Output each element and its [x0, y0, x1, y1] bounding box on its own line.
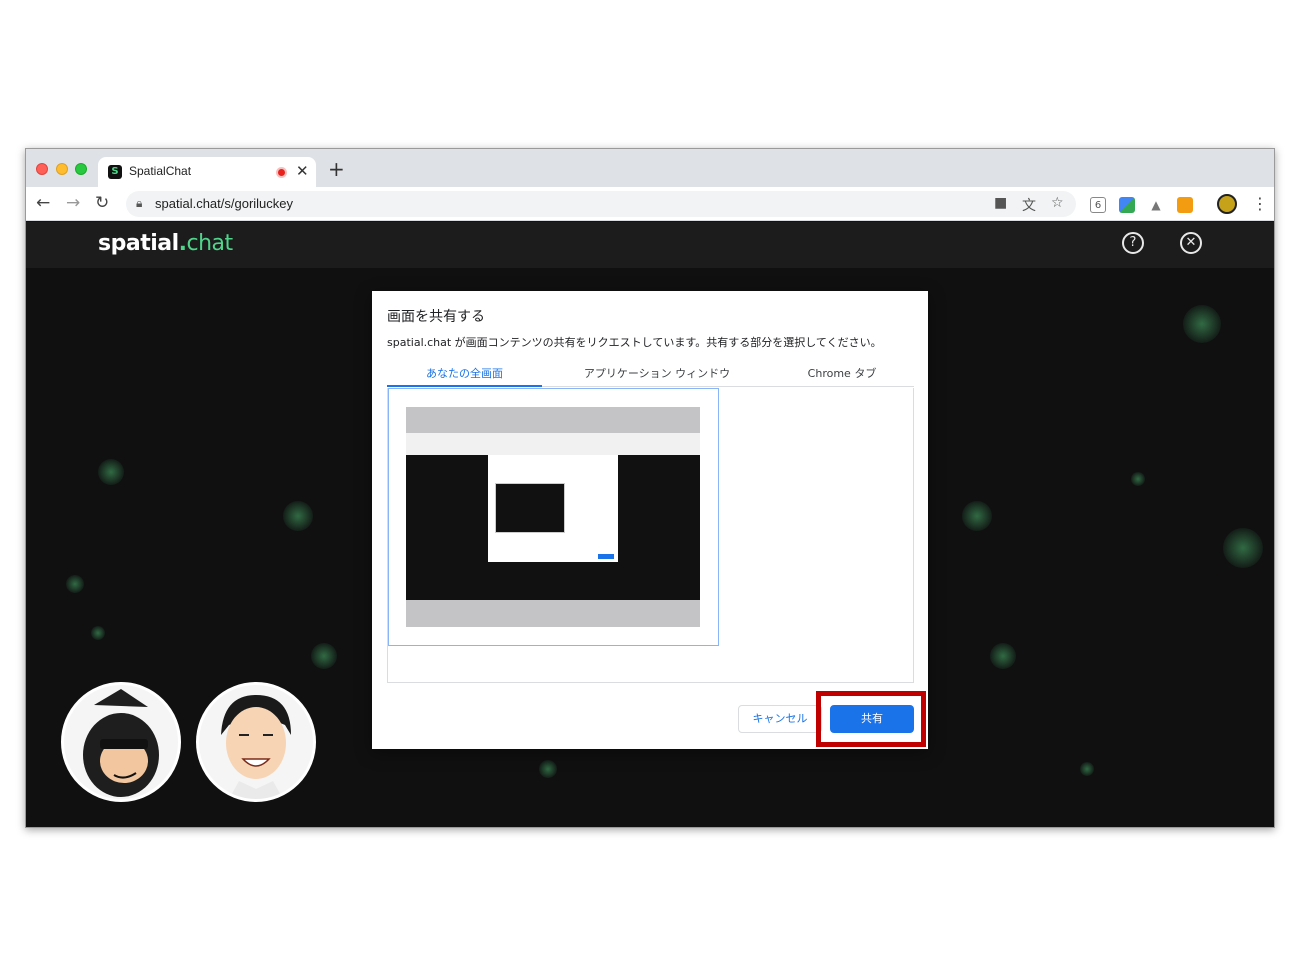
thumbnail-toolbar: [406, 433, 700, 455]
drive-extension-icon[interactable]: ▲: [1148, 197, 1164, 213]
gorilla-icon: [83, 689, 159, 797]
screen-thumbnail-image: [406, 407, 700, 627]
camera-icon[interactable]: ■: [994, 195, 1007, 211]
tab-title: SpatialChat: [129, 164, 192, 178]
bokeh-dot: [1131, 472, 1145, 486]
screen-share-dialog: 画面を共有する spatial.chat が画面コンテンツの共有をリクエストして…: [372, 291, 928, 749]
share-source-tabs: あなたの全画面 アプリケーション ウィンドウ Chrome タブ: [387, 359, 914, 387]
window-close-button[interactable]: [36, 163, 48, 175]
browser-window: S SpatialChat ✕ + ← → ↻ 🔒︎ spatial.chat/…: [25, 148, 1275, 828]
help-icon[interactable]: ?: [1122, 232, 1144, 254]
tab-entire-screen[interactable]: あなたの全画面: [387, 365, 542, 381]
dialog-description: spatial.chat が画面コンテンツの共有をリクエストしています。共有する…: [387, 336, 882, 349]
star-icon[interactable]: ☆: [1051, 195, 1064, 211]
more-icon[interactable]: ⋮: [1252, 194, 1268, 213]
bokeh-dot: [283, 501, 313, 531]
bokeh-dot: [1080, 762, 1094, 776]
app-header: spatial.chat ? ✕: [26, 222, 1274, 268]
browser-tab[interactable]: S SpatialChat ✕: [98, 157, 316, 187]
tab-chrome-tab[interactable]: Chrome タブ: [772, 365, 912, 381]
tab-application-window[interactable]: アプリケーション ウィンドウ: [557, 365, 757, 381]
bokeh-dot: [539, 760, 557, 778]
recording-indicator-icon: [276, 167, 287, 178]
bokeh-dot: [1223, 528, 1263, 568]
person-icon: [221, 695, 291, 799]
extension-badge-icon[interactable]: 6: [1090, 197, 1106, 213]
lock-icon: 🔒︎: [136, 196, 143, 210]
tab-bar: S SpatialChat ✕ +: [26, 149, 1274, 187]
tab-close-icon[interactable]: ✕: [296, 162, 309, 180]
profile-avatar[interactable]: [1217, 194, 1237, 214]
bokeh-dot: [962, 501, 992, 531]
active-tab-indicator: [387, 385, 542, 387]
spatialchat-page: spatial.chat ? ✕ 画面を共有する spatial.chat が画…: [26, 222, 1274, 827]
thumbnail-inner-preview: [495, 483, 565, 533]
source-list: [387, 388, 914, 683]
thumbnail-share-button: [598, 554, 614, 559]
dialog-title: 画面を共有する: [387, 309, 485, 325]
chart-extension-icon[interactable]: [1177, 197, 1193, 213]
translate-icon[interactable]: 文: [1022, 195, 1036, 215]
browser-toolbar: ← → ↻ 🔒︎ spatial.chat/s/goriluckey ■ 文 ☆…: [26, 187, 1274, 221]
thumbnail-dialog: [488, 455, 618, 562]
url-text: spatial.chat/s/goriluckey: [155, 196, 294, 211]
spatialchat-logo[interactable]: spatial.chat: [98, 231, 233, 256]
bokeh-dot: [98, 459, 124, 485]
bokeh-dot: [1183, 305, 1221, 343]
reload-icon[interactable]: ↻: [95, 193, 109, 213]
bokeh-dot: [990, 643, 1016, 669]
bokeh-dot: [311, 643, 337, 669]
address-bar[interactable]: 🔒︎ spatial.chat/s/goriluckey ■ 文 ☆: [126, 191, 1076, 217]
window-minimize-button[interactable]: [56, 163, 68, 175]
participant-avatar-gorilla[interactable]: [61, 682, 181, 802]
spatialchat-favicon-icon: S: [108, 165, 122, 179]
cancel-button[interactable]: キャンセル: [738, 705, 822, 733]
close-icon[interactable]: ✕: [1180, 232, 1202, 254]
bokeh-dot: [66, 575, 84, 593]
bokeh-dot: [91, 626, 105, 640]
window-maximize-button[interactable]: [75, 163, 87, 175]
participant-avatar-person[interactable]: [196, 682, 316, 802]
google-extension-icon[interactable]: [1119, 197, 1135, 213]
forward-arrow-icon[interactable]: →: [66, 193, 80, 213]
share-button-highlight: [816, 691, 926, 747]
screen-preview-thumbnail[interactable]: [388, 388, 719, 646]
new-tab-button[interactable]: +: [328, 157, 345, 181]
back-arrow-icon[interactable]: ←: [36, 193, 50, 213]
